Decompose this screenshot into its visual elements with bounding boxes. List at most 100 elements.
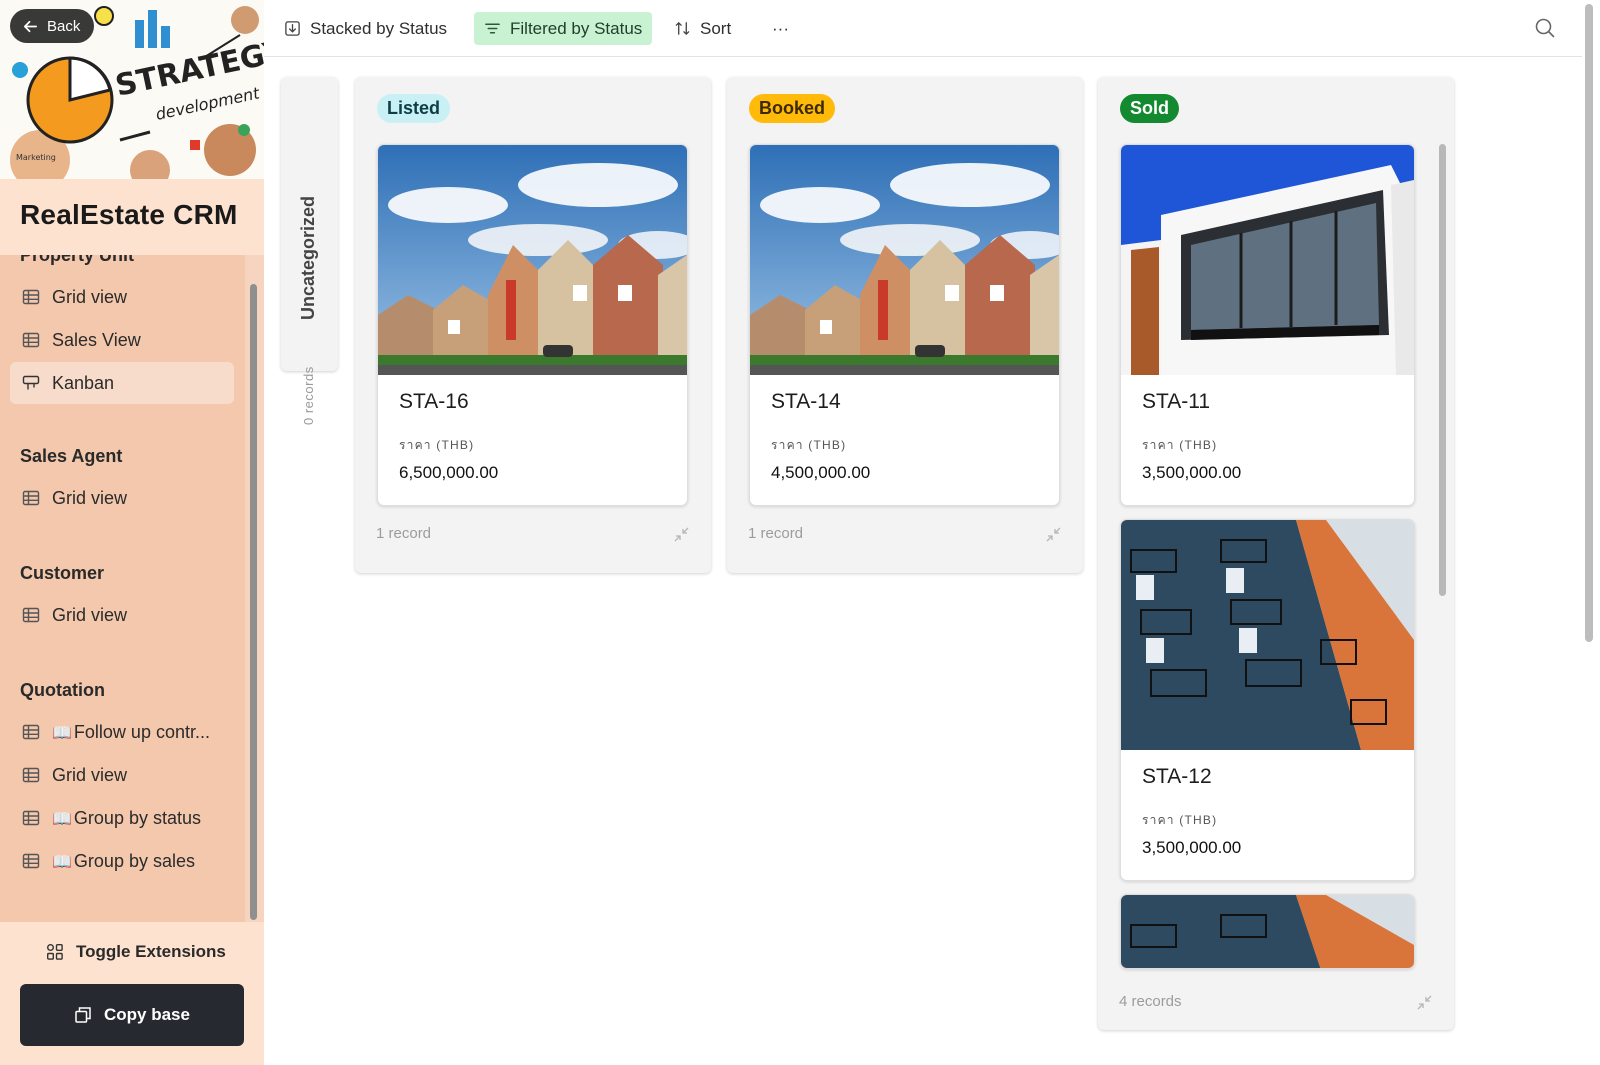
stack-icon <box>285 21 300 36</box>
card-cover-image <box>378 145 687 375</box>
stack-record-count: 1 record <box>376 525 432 542</box>
sidebar-nav: Property Unit Grid view Sales View Kanba… <box>0 255 245 922</box>
copy-base-label: Copy base <box>104 1005 190 1024</box>
more-options-label: ··· <box>772 18 789 38</box>
grid-icon <box>22 607 40 623</box>
filter-icon <box>485 23 500 34</box>
grid-icon <box>22 767 40 783</box>
card-cover-image <box>1121 520 1414 750</box>
back-label: Back <box>47 17 81 35</box>
filter-label: Filtered by Status <box>510 18 643 38</box>
sidebar-item-property-kanban[interactable]: Kanban <box>10 362 234 404</box>
arrow-left-icon <box>23 20 38 32</box>
stack-scrollbar-thumb[interactable] <box>1439 144 1446 596</box>
sidebar-scrollbar-thumb[interactable] <box>250 284 257 920</box>
sidebar-item-label: Kanban <box>52 372 115 393</box>
modern-house-photo <box>1121 145 1414 375</box>
uncategorized-count: 0 records <box>301 366 316 425</box>
sidebar-item-label: Group by status <box>73 807 201 828</box>
section-heading-sales-agent: Sales Agent <box>20 446 123 466</box>
collapse-icon[interactable] <box>674 527 689 542</box>
sidebar-item-label: Grid view <box>52 604 128 625</box>
copy-base-button[interactable]: Copy base <box>20 984 244 1046</box>
page-scrollbar-thumb[interactable] <box>1585 4 1593 642</box>
sort-label: Sort <box>700 18 732 38</box>
status-badge: Booked <box>749 94 836 123</box>
app-brand: RealEstate CRM <box>0 179 264 255</box>
book-icon: 📖 <box>52 724 72 742</box>
stack-record-count: 4 records <box>1119 993 1182 1010</box>
sidebar-item-quotation-follow-up[interactable]: 📖 Follow up contr... <box>10 711 234 753</box>
sidebar-item-quotation-group-by-status[interactable]: 📖 Group by status <box>10 797 234 839</box>
record-card[interactable]: STA-16 ราคา (THB) 6,500,000.00 <box>377 144 688 506</box>
card-price: 3,500,000.00 <box>1142 463 1242 482</box>
sidebar-item-customer-grid-view[interactable]: Grid view <box>10 594 234 636</box>
status-badge: Sold <box>1120 94 1179 123</box>
grid-icon <box>22 289 40 305</box>
sidebar: STRATEGY development Marketing Back Real… <box>0 0 264 1065</box>
book-icon: 📖 <box>52 810 72 828</box>
sidebar-item-label: Group by sales <box>73 850 195 871</box>
status-badge: Listed <box>377 94 451 123</box>
filter-button[interactable]: Filtered by Status <box>474 12 653 45</box>
toggle-extensions-button[interactable]: Toggle Extensions <box>46 942 226 962</box>
apartment-balconies-photo <box>1121 520 1414 750</box>
card-field-label: ราคา (THB) <box>399 438 475 452</box>
extensions-icon <box>47 944 63 960</box>
uncategorized-stack[interactable]: Uncategorized 0 records <box>281 77 338 425</box>
grid-icon <box>22 490 40 506</box>
sidebar-item-label: Grid view <box>52 286 128 307</box>
sidebar-item-agent-grid-view[interactable]: Grid view <box>10 477 234 519</box>
card-price: 6,500,000.00 <box>399 463 499 482</box>
more-options-button[interactable]: ··· <box>762 12 799 45</box>
card-price: 4,500,000.00 <box>771 463 871 482</box>
record-card[interactable]: STA-11 ราคา (THB) 3,500,000.00 <box>1120 144 1415 506</box>
sidebar-item-label: Grid view <box>52 487 128 508</box>
sidebar-footer: Toggle Extensions Copy base <box>0 922 264 1065</box>
cover-note: Marketing <box>16 153 56 162</box>
toggle-extensions-label: Toggle Extensions <box>76 942 226 961</box>
collapse-icon[interactable] <box>1046 527 1061 542</box>
grid-icon <box>22 810 40 826</box>
view-toolbar: Stacked by Status Filtered by Status Sor… <box>264 0 1582 57</box>
back-button[interactable]: Back <box>10 9 95 43</box>
card-cover-image <box>1121 895 1414 968</box>
stack-listed: Listed STA-16 ราคา (THB) 6,500,000.00 1 … <box>355 77 711 573</box>
stacked-by-label: Stacked by Status <box>310 18 448 38</box>
grid-icon <box>22 724 40 740</box>
sidebar-item-property-sales-view[interactable]: Sales View <box>10 319 234 361</box>
stacked-by-button[interactable]: Stacked by Status <box>274 12 457 45</box>
sidebar-item-label: Grid view <box>52 764 128 785</box>
card-title: STA-11 <box>1142 390 1211 413</box>
grid-icon <box>22 853 40 869</box>
card-title: STA-16 <box>399 390 469 413</box>
sidebar-item-quotation-grid-view[interactable]: Grid view <box>10 754 234 796</box>
kanban-icon <box>22 375 40 390</box>
sort-button[interactable]: Sort <box>664 12 741 45</box>
search-icon[interactable] <box>1534 17 1556 39</box>
apartment-balconies-photo <box>1121 895 1414 968</box>
collapse-icon[interactable] <box>1417 995 1432 1010</box>
cover-image: STRATEGY development Marketing Back <box>0 0 264 179</box>
sort-icon <box>675 22 690 35</box>
copy-icon <box>75 1007 91 1023</box>
card-field-label: ราคา (THB) <box>771 438 847 452</box>
record-card[interactable]: STA-14 ราคา (THB) 4,500,000.00 <box>749 144 1060 506</box>
sidebar-item-property-grid-view[interactable]: Grid view <box>10 276 234 318</box>
record-card[interactable]: STA-12 ราคา (THB) 3,500,000.00 <box>1120 519 1415 881</box>
townhouses-photo <box>750 145 1059 375</box>
book-icon: 📖 <box>52 853 72 871</box>
stack-booked: Booked STA-14 ราคา (THB) 4,500,000.00 1 … <box>727 77 1083 573</box>
section-heading-property-unit: Property Unit <box>20 255 135 265</box>
townhouses-photo <box>378 145 687 375</box>
record-card[interactable] <box>1120 894 1415 969</box>
sidebar-item-quotation-group-by-sales[interactable]: 📖 Group by sales <box>10 840 234 882</box>
card-cover-image <box>750 145 1059 375</box>
sidebar-item-label: Sales View <box>52 329 141 350</box>
card-title: STA-12 <box>1142 765 1212 788</box>
section-heading-quotation: Quotation <box>20 680 105 700</box>
stack-record-count: 1 record <box>748 525 804 542</box>
card-title: STA-14 <box>771 390 841 413</box>
sidebar-item-label: Follow up contr... <box>73 721 210 742</box>
app-window: STRATEGY development Marketing Back Real… <box>0 0 1600 1065</box>
